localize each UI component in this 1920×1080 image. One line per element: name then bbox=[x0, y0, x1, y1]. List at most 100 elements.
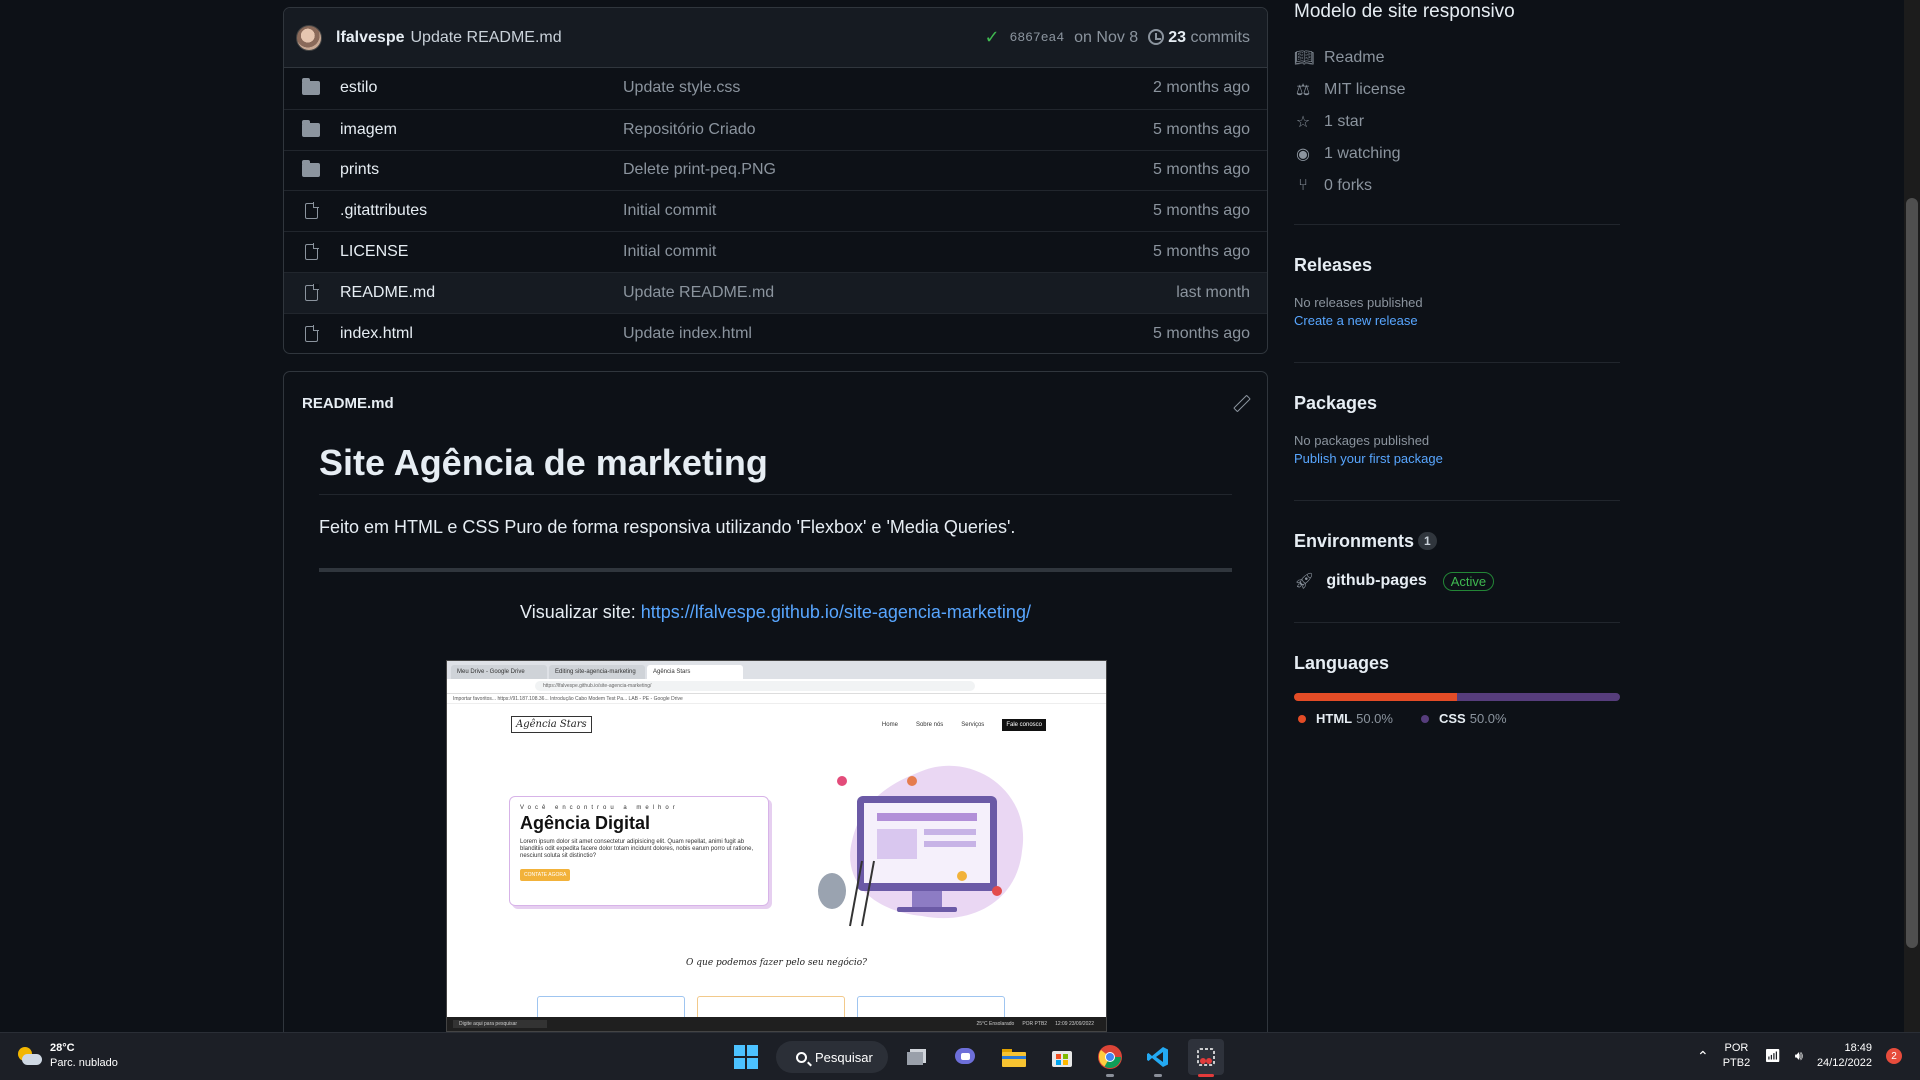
windows-icon bbox=[734, 1045, 758, 1069]
volume-icon[interactable]: 🔊︎ bbox=[1795, 1048, 1803, 1064]
language-indicator[interactable]: POR PTB2 bbox=[1723, 1041, 1751, 1072]
packages-empty: No packages published bbox=[1294, 433, 1430, 448]
pencil-icon[interactable] bbox=[1233, 395, 1249, 411]
file-row[interactable]: imagem Repositório Criado 5 months ago bbox=[284, 108, 1267, 150]
inner-time: 12:09 23/09/2022 bbox=[1055, 1021, 1094, 1027]
book-icon: 📖︎ bbox=[1294, 50, 1315, 67]
file-row[interactable]: prints Delete print-peq.PNG 5 months ago bbox=[284, 149, 1267, 191]
file-row[interactable]: README.md Update README.md last month bbox=[284, 271, 1267, 313]
environment-name[interactable]: github-pages bbox=[1326, 572, 1426, 590]
store-icon[interactable] bbox=[1044, 1039, 1080, 1075]
language-name: CSS bbox=[1438, 711, 1466, 726]
file-date: 5 months ago bbox=[1153, 120, 1250, 138]
file-commit-message[interactable]: Update style.css bbox=[623, 79, 1153, 97]
forks-link[interactable]: ⑂ 0 forks bbox=[1294, 170, 1620, 202]
file-date: 5 months ago bbox=[1153, 202, 1250, 220]
environments-title[interactable]: Environments bbox=[1294, 531, 1414, 551]
file-row[interactable]: index.html Update index.html 5 months ago bbox=[284, 312, 1267, 353]
file-name[interactable]: LICENSE bbox=[340, 243, 623, 261]
wifi-icon[interactable]: 📶︎ bbox=[1764, 1048, 1781, 1064]
file-name[interactable]: index.html bbox=[340, 325, 623, 343]
watching-link[interactable]: ◉ 1 watching bbox=[1294, 138, 1620, 170]
commits-link[interactable]: 23 commits bbox=[1148, 28, 1250, 47]
file-commit-message[interactable]: Update README.md bbox=[623, 284, 1176, 302]
language-item[interactable]: HTML 50.0% bbox=[1294, 711, 1393, 726]
releases-empty: No releases published bbox=[1294, 295, 1423, 310]
weather-widget[interactable]: 28°C Parc. nublado bbox=[16, 1041, 118, 1072]
folder-icon bbox=[302, 160, 320, 178]
file-name[interactable]: .gitattributes bbox=[340, 202, 623, 220]
commit-sha[interactable]: 6867ea4 bbox=[1010, 30, 1065, 45]
lang-bottom: PTB2 bbox=[1722, 1057, 1751, 1070]
inner-taskbar: Digite aqui para pesquisar 25°C Ensolara… bbox=[447, 1017, 1106, 1031]
readme-filename: README.md bbox=[302, 394, 394, 412]
snipping-tool-icon[interactable] bbox=[1188, 1039, 1224, 1077]
meta-label: 1 watching bbox=[1324, 145, 1401, 162]
notification-badge[interactable]: 2 bbox=[1886, 1048, 1902, 1065]
license-link[interactable]: ⚖ MIT license bbox=[1294, 74, 1620, 106]
taskbar-search[interactable]: Pesquisar bbox=[776, 1041, 888, 1073]
chrome-icon[interactable] bbox=[1092, 1039, 1128, 1077]
file-name[interactable]: README.md bbox=[340, 284, 623, 302]
avatar[interactable] bbox=[296, 24, 322, 51]
language-item[interactable]: CSS 50.0% bbox=[1417, 711, 1507, 726]
taskbar-apps: Pesquisar bbox=[728, 1039, 1224, 1077]
task-view-icon[interactable] bbox=[900, 1039, 936, 1075]
commit-date: on Nov 8 bbox=[1074, 28, 1139, 46]
file-commit-message[interactable]: Initial commit bbox=[623, 243, 1153, 261]
teams-chat-icon[interactable] bbox=[948, 1039, 984, 1075]
start-button[interactable] bbox=[728, 1039, 764, 1075]
publish-package-link[interactable]: Publish your first package bbox=[1294, 451, 1443, 466]
site-screenshot-image: Meu Drive - Google Drive Editing site-ag… bbox=[446, 660, 1107, 1032]
file-name[interactable]: imagem bbox=[340, 121, 623, 139]
clock-date: 24/12/2022 bbox=[1816, 1057, 1872, 1070]
site-link[interactable]: https://lfalvespe.github.io/site-agencia… bbox=[641, 602, 1031, 622]
status-badge: Active bbox=[1442, 571, 1495, 591]
file-row[interactable]: estilo Update style.css 2 months ago bbox=[284, 68, 1267, 109]
system-tray: ⌃ POR PTB2 📶︎ 🔊︎ 18:49 24/12/2022 2 bbox=[1697, 1041, 1902, 1072]
browser-tab: Agência Stars bbox=[647, 665, 743, 679]
rocket-icon: 🚀︎ bbox=[1294, 573, 1315, 590]
file-commit-message[interactable]: Repositório Criado bbox=[623, 121, 1153, 139]
file-row[interactable]: .gitattributes Initial commit 5 months ago bbox=[284, 190, 1267, 231]
site-logo: Agência Stars bbox=[511, 716, 592, 733]
packages-section: Packages No packages published Publish y… bbox=[1294, 362, 1620, 500]
visit-line: Visualizar site: https://lfalvespe.githu… bbox=[319, 602, 1232, 623]
commit-author[interactable]: lfalvespe bbox=[336, 29, 404, 47]
releases-title[interactable]: Releases bbox=[1294, 255, 1620, 276]
inner-search: Digite aqui para pesquisar bbox=[453, 1020, 548, 1028]
readme-link[interactable]: 📖︎ Readme bbox=[1294, 42, 1620, 74]
file-commit-message[interactable]: Update index.html bbox=[623, 325, 1153, 343]
clock[interactable]: 18:49 24/12/2022 bbox=[1817, 1041, 1872, 1072]
commits-count: 23 bbox=[1168, 28, 1186, 46]
file-icon bbox=[304, 283, 319, 301]
meta-label: 1 star bbox=[1324, 113, 1365, 130]
browser-tab: Meu Drive - Google Drive bbox=[451, 665, 547, 679]
create-release-link[interactable]: Create a new release bbox=[1294, 313, 1418, 328]
file-icon bbox=[304, 202, 319, 220]
hero-button: CONTATE AGORA bbox=[520, 868, 571, 881]
file-name[interactable]: prints bbox=[340, 161, 623, 179]
scale-icon: ⚖ bbox=[1295, 82, 1311, 99]
chevron-up-icon[interactable]: ⌃ bbox=[1697, 1048, 1709, 1065]
inner-weather: 25°C Ensolarado bbox=[976, 1021, 1015, 1027]
file-date: 5 months ago bbox=[1153, 324, 1250, 342]
language-legend: HTML 50.0% CSS 50.0% bbox=[1294, 711, 1620, 726]
site-menu-cta: Fale conosco bbox=[1002, 718, 1046, 731]
file-commit-message[interactable]: Initial commit bbox=[623, 202, 1153, 220]
commit-message[interactable]: Update README.md bbox=[410, 29, 561, 47]
check-icon[interactable]: ✓ bbox=[984, 27, 999, 48]
stars-link[interactable]: ☆ 1 star bbox=[1294, 106, 1620, 138]
packages-title[interactable]: Packages bbox=[1294, 393, 1620, 414]
file-name[interactable]: estilo bbox=[340, 79, 623, 97]
file-date: 5 months ago bbox=[1153, 161, 1250, 179]
file-row[interactable]: LICENSE Initial commit 5 months ago bbox=[284, 231, 1267, 272]
language-bar bbox=[1294, 693, 1620, 701]
vscode-icon[interactable] bbox=[1140, 1039, 1176, 1077]
releases-section: Releases No releases published Create a … bbox=[1294, 224, 1620, 362]
scrollbar-thumb[interactable] bbox=[1906, 198, 1918, 948]
file-explorer-icon[interactable] bbox=[996, 1039, 1032, 1075]
languages-title: Languages bbox=[1294, 653, 1390, 673]
search-icon bbox=[796, 1051, 807, 1063]
file-commit-message[interactable]: Delete print-peq.PNG bbox=[623, 161, 1153, 179]
